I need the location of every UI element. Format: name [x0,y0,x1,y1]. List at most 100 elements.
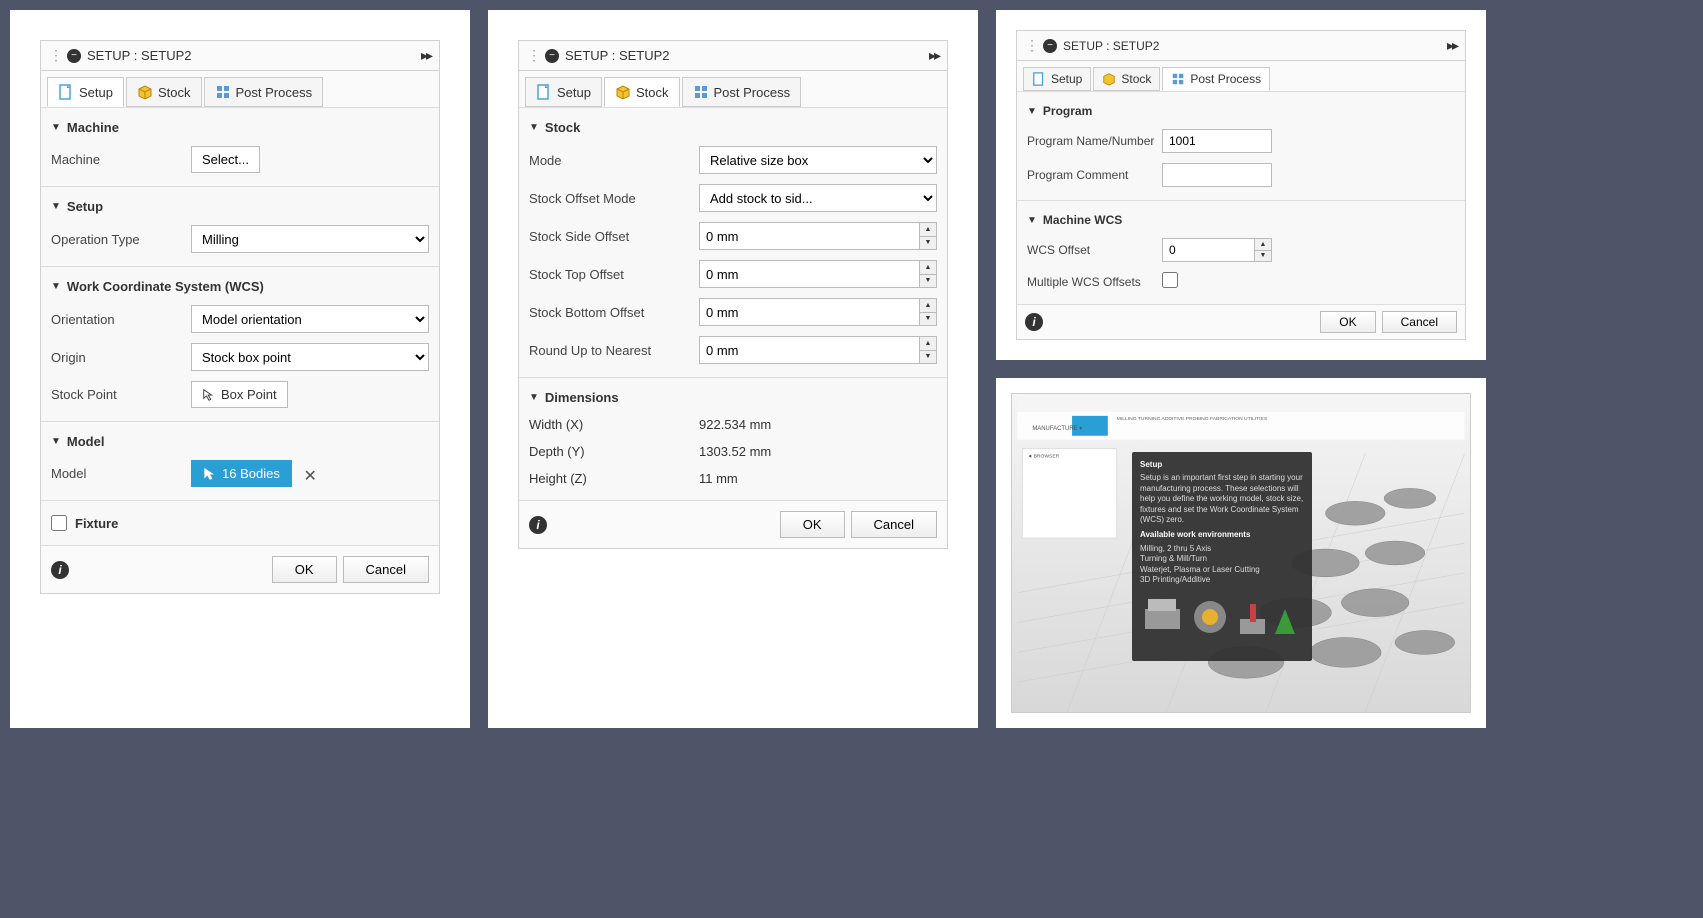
spinner-buttons[interactable]: ▲▼ [1254,238,1272,262]
tab-label: Stock [636,85,669,100]
panel-header: ⋮ SETUP : SETUP2 ▸▸ [41,41,439,71]
label-height: Height (Z) [529,471,699,486]
round-input[interactable] [699,336,919,364]
label-model: Model [51,466,191,481]
label-offset-mode: Stock Offset Mode [529,191,699,206]
forward-icon[interactable]: ▸▸ [421,47,431,64]
tab-label: Setup [1051,72,1082,86]
bottom-offset-input[interactable] [699,298,919,326]
ok-button[interactable]: OK [272,556,337,583]
section-dimensions[interactable]: ▼Dimensions [529,386,937,411]
setup-tooltip: Setup Setup is an important first step i… [1132,452,1312,661]
section-stock[interactable]: ▼Stock [529,116,937,141]
section-model[interactable]: ▼Model [51,430,429,455]
tab-label: Stock [158,85,191,100]
tab-stock[interactable]: Stock [604,77,680,107]
label-stock-point: Stock Point [51,387,191,402]
remove-selection-icon[interactable]: ✕ [303,468,316,485]
info-icon[interactable]: i [529,516,547,534]
multi-wcs-checkbox[interactable] [1162,272,1178,288]
cursor-icon [203,467,217,481]
value-height: 11 mm [699,471,738,486]
tab-stock[interactable]: Stock [126,77,202,107]
forward-icon[interactable]: ▸▸ [1447,37,1457,54]
label-origin: Origin [51,350,191,365]
spinner-buttons[interactable]: ▲▼ [919,336,937,364]
tab-label: Setup [557,85,591,100]
tabs: Setup Stock Post Process [519,71,947,107]
label-mode: Mode [529,153,699,168]
tabs: Setup Stock Post Process [41,71,439,107]
stock-tab-icon [615,84,631,100]
collapse-icon[interactable] [545,49,559,63]
drag-handle-icon[interactable]: ⋮ [1025,37,1039,54]
post-tab-icon [1171,72,1185,86]
cancel-button[interactable]: Cancel [851,511,937,538]
tab-post[interactable]: Post Process [204,77,324,107]
label-orientation: Orientation [51,312,191,327]
machine-select-button[interactable]: Select... [191,146,260,173]
label-width: Width (X) [529,417,699,432]
spinner-buttons[interactable]: ▲▼ [919,298,937,326]
operation-type-select[interactable]: Milling [191,225,429,253]
label-wcs-offset: WCS Offset [1027,243,1162,257]
spinner-buttons[interactable]: ▲▼ [919,222,937,250]
panel-title: SETUP : SETUP2 [87,48,421,63]
section-machine[interactable]: ▼Machine [51,116,429,141]
tab-setup[interactable]: Setup [525,77,602,107]
fixture-checkbox[interactable] [51,515,67,531]
fusion360-viewport[interactable]: MANUFACTURE ▾ MILLING TURNING ADDITIVE P… [1011,393,1471,713]
tooltip-thumbnails [1140,589,1300,649]
info-icon[interactable]: i [51,561,69,579]
drag-handle-icon[interactable]: ⋮ [527,47,541,64]
tab-setup[interactable]: Setup [47,77,124,107]
top-offset-input[interactable] [699,260,919,288]
label-side-offset: Stock Side Offset [529,229,699,244]
tooltip-env1: Milling, 2 thru 5 Axis [1140,544,1304,554]
collapse-icon[interactable] [1043,39,1057,53]
tab-stock[interactable]: Stock [1093,67,1160,91]
post-tab-icon [215,84,231,100]
ok-button[interactable]: OK [1320,311,1375,333]
origin-select[interactable]: Stock box point [191,343,429,371]
program-name-input[interactable] [1162,129,1272,153]
box-point-button[interactable]: Box Point [191,381,288,408]
wcs-offset-input[interactable] [1162,238,1254,262]
tabs: Setup Stock Post Process [1017,61,1465,91]
tab-post[interactable]: Post Process [1162,67,1270,91]
model-bodies-selection[interactable]: 16 Bodies [191,460,292,487]
info-icon[interactable]: i [1025,313,1043,331]
ok-button[interactable]: OK [780,511,845,538]
collapse-icon[interactable] [67,49,81,63]
tooltip-env4: 3D Printing/Additive [1140,575,1304,585]
svg-text:MANUFACTURE ▾: MANUFACTURE ▾ [1032,426,1082,432]
tooltip-env3: Waterjet, Plasma or Laser Cutting [1140,565,1304,575]
label-program-comment: Program Comment [1027,168,1162,182]
stock-tab-icon [1102,72,1116,86]
label-depth: Depth (Y) [529,444,699,459]
setup-tab-icon [536,84,552,100]
cancel-button[interactable]: Cancel [343,556,429,583]
label-fixture: Fixture [75,516,118,531]
spinner-buttons[interactable]: ▲▼ [919,260,937,288]
drag-handle-icon[interactable]: ⋮ [49,47,63,64]
tab-post[interactable]: Post Process [682,77,802,107]
offset-mode-select[interactable]: Add stock to sid... [699,184,937,212]
tooltip-env2: Turning & Mill/Turn [1140,554,1304,564]
section-setup[interactable]: ▼Setup [51,195,429,220]
forward-icon[interactable]: ▸▸ [929,47,939,64]
setup-panel-2: ⋮ SETUP : SETUP2 ▸▸ Setup Stock Post Pro… [518,40,948,549]
tab-label: Stock [1121,72,1151,86]
mode-select[interactable]: Relative size box [699,146,937,174]
tab-setup[interactable]: Setup [1023,67,1091,91]
panel-title: SETUP : SETUP2 [1063,39,1447,53]
tab-label: Post Process [714,85,791,100]
orientation-select[interactable]: Model orientation [191,305,429,333]
program-comment-input[interactable] [1162,163,1272,187]
section-machine-wcs[interactable]: ▼Machine WCS [1027,209,1455,233]
panel-header: ⋮ SETUP : SETUP2 ▸▸ [519,41,947,71]
cancel-button[interactable]: Cancel [1382,311,1457,333]
section-program[interactable]: ▼Program [1027,100,1455,124]
section-wcs[interactable]: ▼Work Coordinate System (WCS) [51,275,429,300]
side-offset-input[interactable] [699,222,919,250]
